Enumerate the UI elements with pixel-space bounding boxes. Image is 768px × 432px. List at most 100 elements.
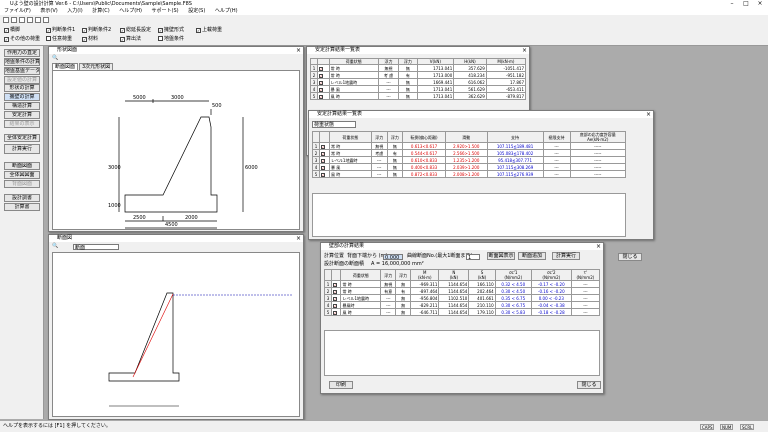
option-cond2[interactable]: ✓ 判断条件2	[82, 27, 111, 34]
row-checkbox[interactable]: ✓	[319, 156, 330, 164]
row-checkbox[interactable]: ✓	[317, 71, 330, 79]
section-no-input[interactable]: 1	[466, 254, 480, 261]
row-checkbox[interactable]: ✓	[330, 301, 342, 309]
side-btn-15[interactable]: 計算書	[4, 203, 40, 211]
row-checkbox[interactable]: ✓	[330, 280, 342, 288]
header-sub: Ae(kN·m2)	[587, 137, 609, 142]
menu-support[interactable]: サポート(S)	[152, 8, 179, 14]
row-checkbox[interactable]: ✓	[319, 170, 330, 178]
row-checkbox[interactable]: ✓	[319, 149, 330, 157]
zoom-icon[interactable]: 🔍	[52, 55, 58, 62]
cell: ---	[542, 156, 571, 164]
close-icon[interactable]: ×	[522, 47, 527, 54]
table-row[interactable]: 4 ✓ 暴風時 --- 無 -829.211 1144.654 210.110 0.30 < 6…	[324, 301, 601, 309]
close-icon[interactable]: ×	[646, 111, 651, 118]
menu-input[interactable]: 入力(I)	[67, 8, 82, 14]
close-icon[interactable]: ×	[596, 243, 601, 250]
dim-right: 500	[212, 103, 222, 109]
show-section-button[interactable]: 断面図表示	[487, 252, 515, 260]
table-row[interactable]: 1 ✓ 常 時無視無 0.613<0.617 2.920>1.500 107.115≦18…	[312, 142, 627, 150]
from-input[interactable]: 0.000	[383, 254, 403, 261]
option-method[interactable]: ✓ 算出法	[120, 36, 141, 43]
table-row[interactable]: 2 ✓ 常 時考 慮有 1713.000 418.234 -951.182	[310, 71, 527, 79]
side-btn-9[interactable]: 全体安定計算	[4, 134, 40, 142]
table-row[interactable]: 3 ✓ レベル1地震時 --- 無 1669.441 616.062 17.867	[310, 78, 527, 86]
table-row[interactable]: 5 ✓ 風 時 --- 無 -646.711 1144.654 179.110 0.30 < 5…	[324, 308, 601, 316]
section-select[interactable]: 断面	[73, 244, 119, 251]
side-btn-11[interactable]: 断面図面	[4, 162, 40, 170]
option-cond1[interactable]: ✓ 判断条件1	[46, 27, 75, 34]
tab-3d[interactable]: 3次元形状図	[79, 63, 114, 70]
row-checkbox[interactable]: ✓	[317, 92, 330, 100]
table-row[interactable]: 4 ✓ 暴 風 --- 無 1713.041 561.629 -653.411	[310, 85, 527, 93]
close-icon[interactable]: ×	[296, 47, 301, 54]
tab-section[interactable]: 断面図面	[52, 63, 79, 70]
run-calc-button[interactable]: 計算実行	[552, 252, 580, 260]
option-ground[interactable]: 地盤条件	[158, 36, 184, 43]
menu-view[interactable]: 表示(V)	[40, 8, 57, 14]
row-checkbox[interactable]: ✓	[330, 308, 342, 316]
table-row[interactable]: 3 ✓ レベル1地震時 --- 無 0.610<0.833 1.235>1.200 95.41…	[312, 156, 627, 164]
cell: 401.661	[468, 294, 496, 302]
menu-calc[interactable]: 計算(C)	[92, 8, 109, 14]
new-file-icon[interactable]	[3, 17, 9, 23]
side-btn-3[interactable]: 設定値の計算	[4, 76, 40, 84]
menu-settings[interactable]: 設定(S)	[188, 8, 205, 14]
print-button[interactable]: 印刷	[329, 381, 353, 389]
open-folder-icon[interactable]	[11, 17, 17, 23]
option-surcharge[interactable]: ✓ 上載荷重	[196, 27, 222, 34]
side-btn-1[interactable]: 地盤条件の計算	[4, 58, 40, 66]
header-cell: 荷重状態	[340, 269, 382, 281]
table-row[interactable]: 4 ✓ 暴 風 --- 無 0.400<0.833 2.039>1.200 107.115≦3…	[312, 163, 627, 171]
load-state-select[interactable]: 荷重状態	[312, 121, 356, 128]
table-row[interactable]: 5 ✓ 風 時 --- 無 1713.041 362.629 -879.817	[310, 92, 527, 100]
add-section-button[interactable]: 断面追加	[518, 252, 546, 260]
table-row[interactable]: 1 ✓ 常 時無視無 1713.041 357.629 -1051.417	[310, 64, 527, 72]
menu-file[interactable]: ファイル(F)	[4, 8, 31, 14]
zoom-icon[interactable]: 🔍	[52, 243, 58, 250]
option-label: 上載荷重	[202, 27, 223, 33]
close-icon[interactable]: ×	[296, 235, 301, 242]
side-btn-13[interactable]: 背面図面	[4, 180, 40, 188]
side-btn-8[interactable]: 結果の表示	[4, 120, 40, 128]
menu-help2[interactable]: ヘルプ(H)	[215, 8, 238, 14]
side-btn-14[interactable]: 設計調書	[4, 194, 40, 202]
option-wall-type[interactable]: ✓ 擁壁形式	[158, 27, 184, 34]
row-checkbox[interactable]: ✓	[317, 85, 330, 93]
side-btn-2[interactable]: 地盤基盤データ	[4, 67, 40, 75]
option-material[interactable]: ✓ 材料	[82, 36, 98, 43]
side-btn-7[interactable]: 安定計算	[4, 111, 40, 119]
preview-icon[interactable]	[35, 17, 41, 23]
side-btn-10[interactable]: 計算実行	[4, 144, 40, 154]
option-any-load[interactable]: 任意荷重	[46, 36, 72, 43]
side-btn-12[interactable]: 全体図図面	[4, 171, 40, 179]
row-checkbox[interactable]: ✓	[319, 142, 330, 150]
print-icon[interactable]	[27, 17, 33, 23]
option-pier[interactable]: ✓ 橋脚	[4, 27, 20, 34]
table-row[interactable]: 5 ✓ 風 時 --- 無 0.872<0.833 2.008>1.200 107.115≦2…	[312, 170, 627, 178]
side-btn-0[interactable]: 作用力の直定	[4, 49, 40, 57]
close-button[interactable]: ×	[754, 0, 766, 8]
table-row[interactable]: 1 ✓ 常 時無視無 -969.311 1144.654 166.110 0.32 < 4.…	[324, 280, 601, 288]
side-btn-4[interactable]: 形状の計算	[4, 84, 40, 92]
maximize-button[interactable]: □	[740, 0, 752, 8]
help-icon[interactable]	[43, 17, 49, 23]
minimize-button[interactable]: –	[726, 0, 738, 8]
cell: 0.610<0.833	[402, 156, 446, 164]
row-checkbox[interactable]: ✓	[319, 163, 330, 171]
table-row[interactable]: 2 ✓ 常 時考慮有 0.544<0.617 2.566>1.500 105.083≦17…	[312, 149, 627, 157]
row-checkbox[interactable]: ✓	[317, 64, 330, 72]
menu-help[interactable]: ヘルプ(H)	[119, 8, 142, 14]
close-button-right[interactable]: 閉じる	[618, 253, 642, 261]
row-checkbox[interactable]: ✓	[330, 287, 342, 295]
row-checkbox[interactable]: ✓	[330, 294, 342, 302]
option-length[interactable]: ✓ 総延長設定	[120, 27, 151, 34]
option-other-load[interactable]: ✓ その他の荷重	[4, 36, 40, 43]
side-btn-6[interactable]: 構造計算	[4, 102, 40, 110]
save-icon[interactable]	[19, 17, 25, 23]
row-checkbox[interactable]: ✓	[317, 78, 330, 86]
table-row[interactable]: 3 ✓ レベル1地震時 --- 無 -956.804 1102.510 401.661 0.35…	[324, 294, 601, 302]
close-dialog-button[interactable]: 閉じる	[577, 381, 601, 389]
side-btn-5[interactable]: 擁壁の計算	[4, 93, 40, 101]
table-row[interactable]: 2 ✓ 常 時有意有 -897.464 1144.654 202.464 0.30 < 4.…	[324, 287, 601, 295]
